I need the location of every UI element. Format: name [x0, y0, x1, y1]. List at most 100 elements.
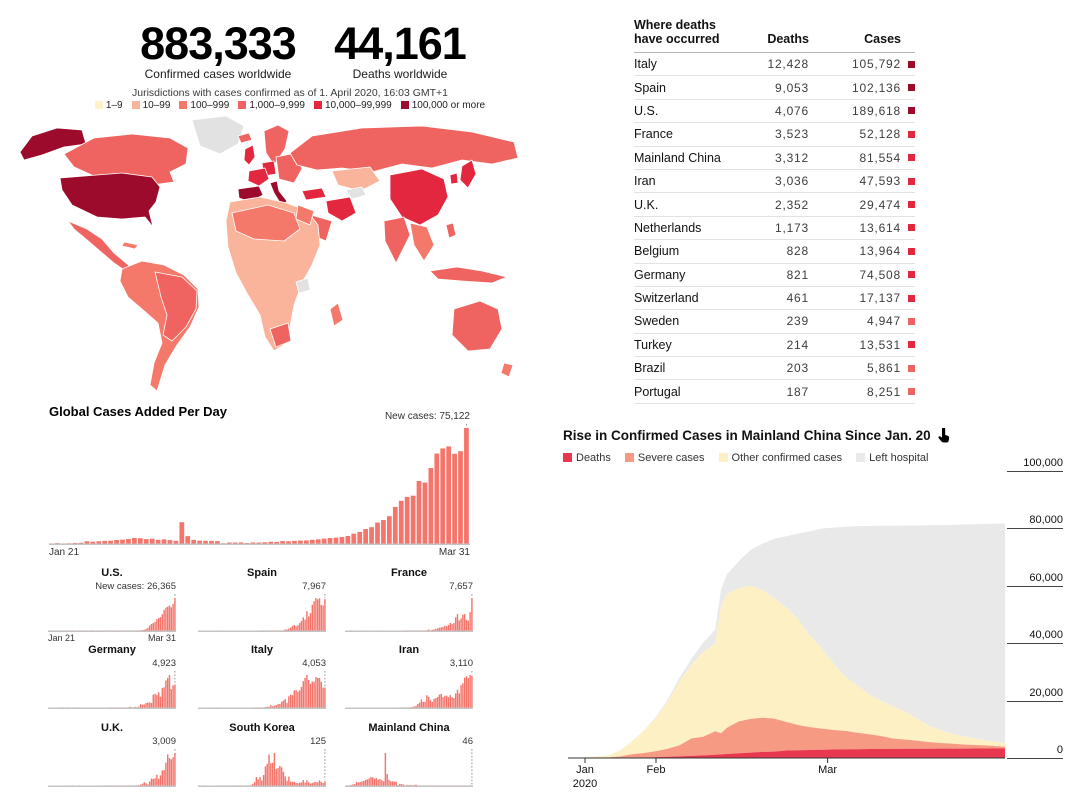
bar[interactable] [434, 453, 440, 544]
mini-bar-chart[interactable] [48, 748, 176, 787]
table-row[interactable]: Germany 821 74,508 [634, 264, 915, 287]
bar[interactable] [304, 782, 306, 786]
bar[interactable] [279, 765, 281, 786]
bar[interactable] [150, 778, 153, 786]
bar[interactable] [311, 681, 314, 708]
mini-bar-chart[interactable] [48, 670, 176, 709]
bar[interactable] [395, 781, 397, 786]
bar[interactable] [197, 540, 202, 544]
bar[interactable] [456, 614, 459, 631]
bar[interactable] [150, 624, 153, 631]
bar[interactable] [370, 776, 372, 786]
bar[interactable] [163, 770, 165, 786]
bar[interactable] [167, 540, 173, 544]
mini-chart-uk[interactable]: U.K. 3,009 [48, 722, 176, 802]
bar[interactable] [289, 627, 292, 631]
bar[interactable] [302, 681, 304, 708]
bar[interactable] [462, 683, 464, 708]
bar[interactable] [460, 685, 462, 708]
bar[interactable] [440, 627, 442, 631]
bar[interactable] [179, 522, 185, 544]
bar[interactable] [257, 779, 259, 786]
bar[interactable] [471, 598, 473, 631]
bar[interactable] [382, 781, 385, 786]
bar[interactable] [320, 681, 323, 708]
bar[interactable] [379, 779, 381, 786]
bar[interactable] [373, 778, 376, 786]
map-country-south-korea[interactable] [449, 172, 459, 185]
bar[interactable] [436, 696, 439, 708]
bar[interactable] [295, 626, 297, 631]
bar[interactable] [375, 778, 378, 786]
map-region-se-asia[interactable] [409, 222, 435, 262]
bar[interactable] [143, 782, 145, 786]
bar[interactable] [288, 696, 290, 708]
mini-chart-us[interactable]: U.S. New cases: 26,365 Jan 21 Mar 31 [48, 567, 176, 647]
bar[interactable] [463, 614, 466, 631]
bar[interactable] [293, 624, 295, 631]
world-choropleth-map[interactable] [2, 114, 558, 398]
mini-chart-iran[interactable]: Iran 3,110 [345, 644, 473, 724]
bar[interactable] [315, 598, 317, 631]
bar[interactable] [286, 703, 288, 708]
bar[interactable] [268, 754, 270, 786]
bar[interactable] [404, 496, 410, 544]
bar[interactable] [264, 766, 267, 786]
bar[interactable] [185, 536, 191, 544]
bar[interactable] [454, 693, 457, 708]
bar[interactable] [174, 753, 176, 786]
table-row[interactable]: Portugal 187 8,251 [634, 380, 915, 404]
bar[interactable] [300, 620, 303, 631]
bar[interactable] [159, 617, 162, 631]
bar[interactable] [316, 678, 319, 708]
mini-chart-south_korea[interactable]: South Korea 125 [198, 722, 326, 802]
bar[interactable] [304, 677, 306, 708]
bar[interactable] [156, 774, 158, 786]
bar[interactable] [163, 609, 165, 631]
bar[interactable] [174, 598, 176, 631]
bar[interactable] [313, 601, 315, 631]
bar[interactable] [458, 620, 461, 631]
bar[interactable] [273, 753, 276, 786]
bar[interactable] [320, 781, 323, 786]
bar[interactable] [456, 689, 459, 708]
bar[interactable] [381, 520, 386, 544]
bar[interactable] [161, 770, 164, 786]
bar[interactable] [318, 780, 321, 786]
bar[interactable] [149, 538, 155, 544]
bar[interactable] [471, 675, 473, 708]
map-country-india[interactable] [383, 216, 411, 264]
bar[interactable] [322, 605, 324, 631]
table-row[interactable]: Spain 9,053 102,136 [634, 76, 915, 100]
bar[interactable] [293, 690, 295, 708]
table-row[interactable]: Belgium 828 13,964 [634, 240, 915, 264]
bar[interactable] [322, 687, 324, 708]
bar[interactable] [155, 539, 161, 544]
bar[interactable] [161, 539, 167, 544]
map-country-china[interactable] [389, 168, 449, 226]
bar[interactable] [392, 506, 398, 544]
bar[interactable] [293, 781, 295, 786]
bar[interactable] [255, 777, 258, 786]
bar[interactable] [291, 781, 294, 786]
bar[interactable] [148, 781, 151, 786]
bar[interactable] [377, 779, 379, 786]
bar[interactable] [284, 776, 286, 786]
bar[interactable] [433, 698, 435, 708]
bar[interactable] [324, 599, 326, 631]
bar[interactable] [161, 614, 164, 631]
bar[interactable] [302, 780, 304, 786]
bar[interactable] [174, 684, 176, 708]
bar[interactable] [417, 704, 419, 708]
bar[interactable] [298, 540, 303, 544]
bar[interactable] [298, 623, 301, 631]
bar[interactable] [154, 621, 156, 631]
bar[interactable] [315, 539, 321, 544]
bar[interactable] [361, 781, 363, 786]
bar[interactable] [368, 778, 370, 786]
bar[interactable] [156, 619, 158, 631]
map-country-cuba[interactable] [121, 241, 139, 250]
bar[interactable] [286, 780, 288, 786]
mini-chart-germany[interactable]: Germany 4,923 [48, 644, 176, 724]
bar[interactable] [159, 696, 162, 708]
